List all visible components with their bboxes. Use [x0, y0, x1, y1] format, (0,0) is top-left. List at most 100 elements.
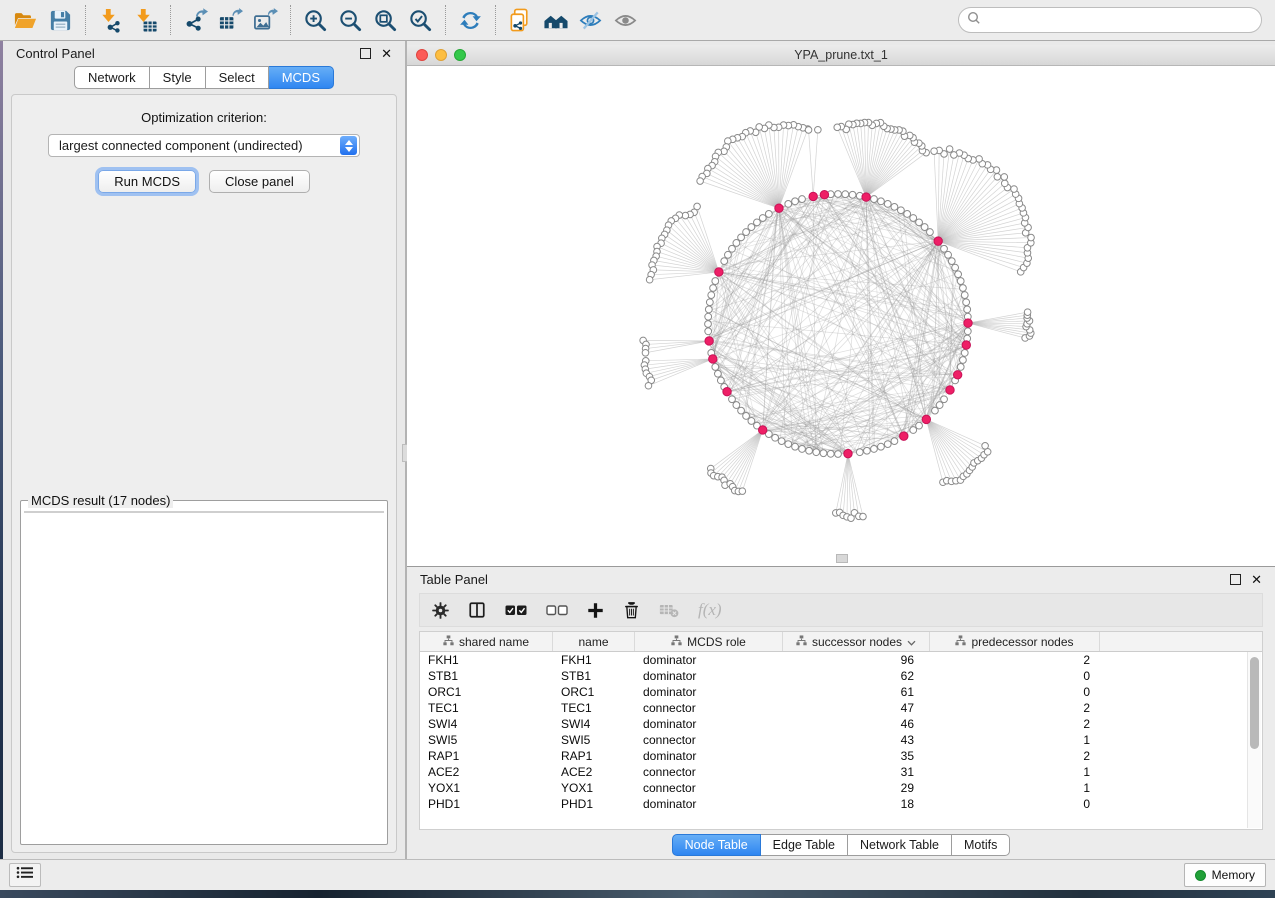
add-column-button[interactable] [587, 602, 604, 619]
cell-predecessor-nodes: 2 [930, 748, 1100, 764]
control-panel-title: Control Panel [16, 46, 95, 61]
cell-shared-name: TEC1 [420, 700, 553, 716]
refresh-layout-button[interactable] [453, 4, 488, 36]
minimize-window-button[interactable] [435, 49, 447, 61]
export-table-button[interactable] [213, 4, 248, 36]
cell-shared-name: PHD1 [420, 796, 553, 812]
panel-menu-button[interactable] [9, 863, 41, 887]
network-title: YPA_prune.txt_1 [794, 48, 888, 62]
search-box[interactable] [958, 7, 1262, 33]
column-header-predecessor-nodes[interactable]: predecessor nodes [930, 632, 1100, 651]
float-panel-icon[interactable] [360, 48, 371, 59]
table-row[interactable]: TEC1TEC1connector472 [420, 700, 1262, 716]
close-panel-button[interactable]: Close panel [209, 170, 310, 193]
mcds-result-group: MCDS result (17 nodes) PHD1CAR1STP4TID3Y… [20, 493, 388, 845]
criterion-selected-value: largest connected component (undirected) [59, 138, 303, 153]
zoom-out-button[interactable] [333, 4, 368, 36]
clone-network-button[interactable] [503, 4, 538, 36]
cell-shared-name: RAP1 [420, 748, 553, 764]
cell-successor-nodes: 47 [783, 700, 930, 716]
network-graph[interactable] [407, 66, 1273, 566]
close-panel-icon[interactable]: ✕ [381, 47, 392, 60]
tab-style[interactable]: Style [150, 66, 206, 89]
table-body: FKH1FKH1dominator962STB1STB1dominator620… [420, 652, 1262, 812]
delete-table-button [659, 603, 679, 618]
table-row[interactable]: ORC1ORC1dominator610 [420, 684, 1262, 700]
network-canvas[interactable] [407, 66, 1275, 566]
cell-predecessor-nodes: 0 [930, 684, 1100, 700]
maximize-window-button[interactable] [454, 49, 466, 61]
save-session-button[interactable] [43, 4, 78, 36]
memory-status-icon [1195, 870, 1206, 881]
export-network-button[interactable] [178, 4, 213, 36]
open-file-button[interactable] [8, 4, 43, 36]
table-row[interactable]: ACE2ACE2connector311 [420, 764, 1262, 780]
network-resize-grip[interactable] [836, 554, 848, 563]
close-table-panel-icon[interactable]: ✕ [1251, 573, 1262, 586]
criterion-select[interactable]: largest connected component (undirected) [48, 134, 360, 157]
zoom-fit-button[interactable] [368, 4, 403, 36]
show-all-button[interactable] [608, 4, 643, 36]
delete-column-button[interactable] [623, 601, 640, 619]
column-header-successor-nodes[interactable]: successor nodes [783, 632, 930, 651]
table-row[interactable]: SWI4SWI4dominator462 [420, 716, 1262, 732]
first-neighbors-button[interactable] [538, 4, 573, 36]
float-table-panel-icon[interactable] [1230, 574, 1241, 585]
network-window-titlebar[interactable]: YPA_prune.txt_1 [407, 45, 1275, 66]
close-window-button[interactable] [416, 49, 428, 61]
application-window: Control Panel ✕ NetworkStyleSelectMCDS O… [0, 0, 1275, 898]
cell-shared-name: STB1 [420, 668, 553, 684]
toolbar-separator [85, 5, 86, 35]
cell-successor-nodes: 18 [783, 796, 930, 812]
run-mcds-button[interactable]: Run MCDS [98, 170, 196, 193]
tab-motifs[interactable]: Motifs [952, 834, 1010, 856]
zoom-selected-button[interactable] [403, 4, 438, 36]
select-all-rows-button[interactable] [505, 603, 527, 617]
main-toolbar [0, 0, 1275, 41]
deselect-all-rows-button[interactable] [546, 603, 568, 617]
table-row[interactable]: FKH1FKH1dominator962 [420, 652, 1262, 668]
import-network-button[interactable] [93, 4, 128, 36]
node-table: shared namenameMCDS rolesuccessor nodesp… [419, 631, 1263, 830]
tab-network[interactable]: Network [74, 66, 150, 89]
cell-successor-nodes: 43 [783, 732, 930, 748]
mcds-result-title: MCDS result (17 nodes) [28, 493, 173, 508]
column-layout-button[interactable] [468, 601, 486, 619]
zoom-in-button[interactable] [298, 4, 333, 36]
column-header-shared-name[interactable]: shared name [420, 632, 553, 651]
cell-predecessor-nodes: 1 [930, 780, 1100, 796]
toolbar-separator [290, 5, 291, 35]
table-row[interactable]: YOX1YOX1connector291 [420, 780, 1262, 796]
column-header-name[interactable]: name [553, 632, 635, 651]
table-scrollbar[interactable] [1247, 652, 1261, 828]
toolbar-separator [445, 5, 446, 35]
tab-edge-table[interactable]: Edge Table [761, 834, 848, 856]
cell-mcds-role: dominator [635, 748, 783, 764]
export-image-button[interactable] [248, 4, 283, 36]
hide-selected-button[interactable] [573, 4, 608, 36]
cell-predecessor-nodes: 2 [930, 716, 1100, 732]
cell-name: FKH1 [553, 652, 635, 668]
tab-network-table[interactable]: Network Table [848, 834, 952, 856]
tab-select[interactable]: Select [206, 66, 269, 89]
import-table-button[interactable] [128, 4, 163, 36]
hierarchy-icon [671, 635, 682, 649]
table-scrollbar-thumb[interactable] [1250, 657, 1259, 749]
search-input[interactable] [987, 12, 1253, 28]
desktop-wallpaper-bottom [0, 890, 1275, 898]
cell-mcds-role: connector [635, 732, 783, 748]
tab-mcds[interactable]: MCDS [269, 66, 334, 89]
column-header-mcds-role[interactable]: MCDS role [635, 632, 783, 651]
control-panel: Control Panel ✕ NetworkStyleSelectMCDS O… [3, 41, 405, 859]
table-row[interactable]: RAP1RAP1dominator352 [420, 748, 1262, 764]
memory-button[interactable]: Memory [1184, 863, 1266, 887]
table-row[interactable]: SWI5SWI5connector431 [420, 732, 1262, 748]
cell-shared-name: SWI5 [420, 732, 553, 748]
optimization-criterion-label: Optimization criterion: [141, 110, 267, 125]
table-row[interactable]: STB1STB1dominator620 [420, 668, 1262, 684]
cell-shared-name: ACE2 [420, 764, 553, 780]
table-settings-button[interactable] [432, 602, 449, 619]
table-row[interactable]: PHD1PHD1dominator180 [420, 796, 1262, 812]
main-area: Control Panel ✕ NetworkStyleSelectMCDS O… [0, 41, 1275, 859]
tab-node-table[interactable]: Node Table [672, 834, 761, 856]
